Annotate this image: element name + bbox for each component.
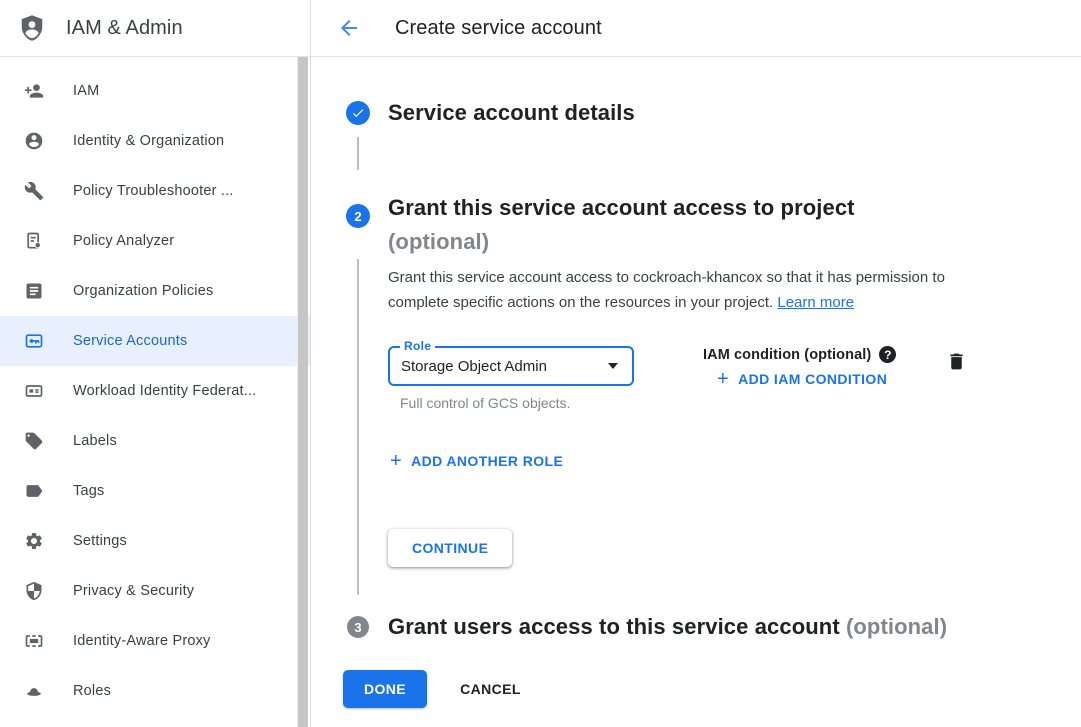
- sidebar-item-label: Organization Policies: [73, 283, 213, 299]
- sidebar-item-iam[interactable]: IAM: [0, 66, 310, 116]
- form-actions: DONE CANCEL: [343, 670, 1081, 708]
- shield-half-icon: [24, 581, 44, 601]
- role-field-label: Role: [400, 339, 435, 353]
- service-account-key-icon: [24, 331, 44, 351]
- sidebar-item-identity-aware-proxy[interactable]: Identity-Aware Proxy: [0, 616, 310, 666]
- app-title: IAM & Admin: [66, 17, 183, 40]
- article-icon: [24, 281, 44, 301]
- policy-analyzer-icon: [24, 231, 44, 251]
- done-button[interactable]: DONE: [343, 670, 427, 708]
- wrench-icon: [24, 181, 44, 201]
- sidebar-item-privacy-security[interactable]: Privacy & Security: [0, 566, 310, 616]
- step-3-optional-label: (optional): [846, 614, 947, 639]
- sidebar-item-tags[interactable]: Tags: [0, 466, 310, 516]
- sidebar-item-label: Policy Analyzer: [73, 233, 174, 249]
- sidebar-item-labels[interactable]: Labels: [0, 416, 310, 466]
- chevron-down-icon: [608, 363, 618, 369]
- sidebar-item-label: Identity-Aware Proxy: [73, 633, 211, 649]
- page-title: Create service account: [395, 17, 602, 40]
- iam-condition-label: IAM condition (optional): [703, 347, 871, 363]
- step-3-grant-users-access: 3 Grant users access to this service acc…: [335, 612, 1081, 642]
- iam-shield-icon: [17, 13, 47, 43]
- stepper-connector: [357, 137, 359, 170]
- sidebar-item-identity-organization[interactable]: Identity & Organization: [0, 116, 310, 166]
- delete-role-button[interactable]: [946, 351, 967, 372]
- gear-icon: [24, 531, 44, 551]
- person-add-icon: [24, 81, 44, 101]
- sidebar-item-service-accounts[interactable]: Service Accounts: [0, 316, 310, 366]
- add-another-role-button[interactable]: + ADD ANOTHER ROLE: [390, 453, 563, 469]
- create-service-account-form: Service account details 2 Grant this ser…: [312, 57, 1081, 727]
- account-circle-icon: [24, 131, 44, 151]
- help-icon[interactable]: ?: [879, 346, 896, 363]
- app-header: IAM & Admin: [0, 0, 311, 56]
- iam-condition-block: IAM condition (optional) ? + ADD IAM CON…: [703, 346, 896, 390]
- trash-icon: [946, 351, 967, 372]
- sidebar-item-label: Identity & Organization: [73, 133, 224, 149]
- tag-arrow-icon: [24, 481, 44, 501]
- step-2-optional-label: (optional): [388, 229, 489, 254]
- step-2-body: Grant this service account access to coc…: [357, 259, 1081, 595]
- top-bar: IAM & Admin Create service account: [0, 0, 1081, 57]
- add-iam-condition-button[interactable]: + ADD IAM CONDITION: [717, 371, 887, 387]
- sidebar-item-label: Roles: [73, 683, 111, 699]
- sidebar-item-roles[interactable]: Roles: [0, 666, 310, 716]
- sidebar-item-label: IAM: [73, 83, 99, 99]
- role-select-dropdown[interactable]: Role Storage Object Admin: [388, 346, 634, 386]
- sidebar-item-policy-troubleshooter[interactable]: Policy Troubleshooter ...: [0, 166, 310, 216]
- sidebar-scrollbar[interactable]: [297, 57, 308, 727]
- label-tag-icon: [24, 431, 44, 451]
- continue-button[interactable]: CONTINUE: [388, 529, 512, 567]
- iap-icon: [24, 631, 44, 651]
- learn-more-link[interactable]: Learn more: [777, 294, 854, 311]
- hat-icon: [24, 681, 44, 701]
- cancel-button[interactable]: CANCEL: [458, 673, 523, 705]
- step-2-description: Grant this service account access to coc…: [388, 269, 945, 311]
- role-selected-value: Storage Object Admin: [401, 358, 547, 375]
- identity-card-icon: [24, 381, 44, 401]
- step-2-title: Grant this service account access to pro…: [388, 195, 855, 220]
- step-2-number-badge: 2: [346, 204, 370, 228]
- sidebar-item-workload-identity-federation[interactable]: Workload Identity Federat...: [0, 366, 310, 416]
- sidebar-item-label: Policy Troubleshooter ...: [73, 183, 234, 199]
- step-1-service-account-details: Service account details: [335, 98, 1081, 128]
- sidebar-item-label: Settings: [73, 533, 127, 549]
- sidebar-item-policy-analyzer[interactable]: Policy Analyzer: [0, 216, 310, 266]
- sidebar-item-organization-policies[interactable]: Organization Policies: [0, 266, 310, 316]
- sidebar-item-label: Service Accounts: [73, 333, 187, 349]
- role-field: Role Storage Object Admin Full control o…: [388, 346, 634, 411]
- arrow-back-icon[interactable]: [337, 16, 361, 40]
- sidebar-item-label: Workload Identity Federat...: [73, 383, 256, 399]
- sidebar-item-settings[interactable]: Settings: [0, 516, 310, 566]
- sidebar: IAM Identity & Organization Policy Troub…: [0, 57, 311, 727]
- step-2-grant-access: 2 Grant this service account access to p…: [335, 191, 1081, 259]
- sidebar-item-label: Privacy & Security: [73, 583, 194, 599]
- step-1-title: Service account details: [388, 98, 635, 128]
- page-header: Create service account: [311, 0, 1081, 56]
- step-3-number-badge: 3: [347, 616, 369, 638]
- sidebar-item-label: Labels: [73, 433, 117, 449]
- sidebar-item-label: Tags: [73, 483, 104, 499]
- role-helper-text: Full control of GCS objects.: [388, 395, 634, 411]
- step-3-title: Grant users access to this service accou…: [388, 614, 840, 639]
- plus-icon: +: [717, 371, 729, 387]
- step-1-completed-check-icon: [346, 101, 370, 125]
- plus-icon: +: [390, 453, 402, 469]
